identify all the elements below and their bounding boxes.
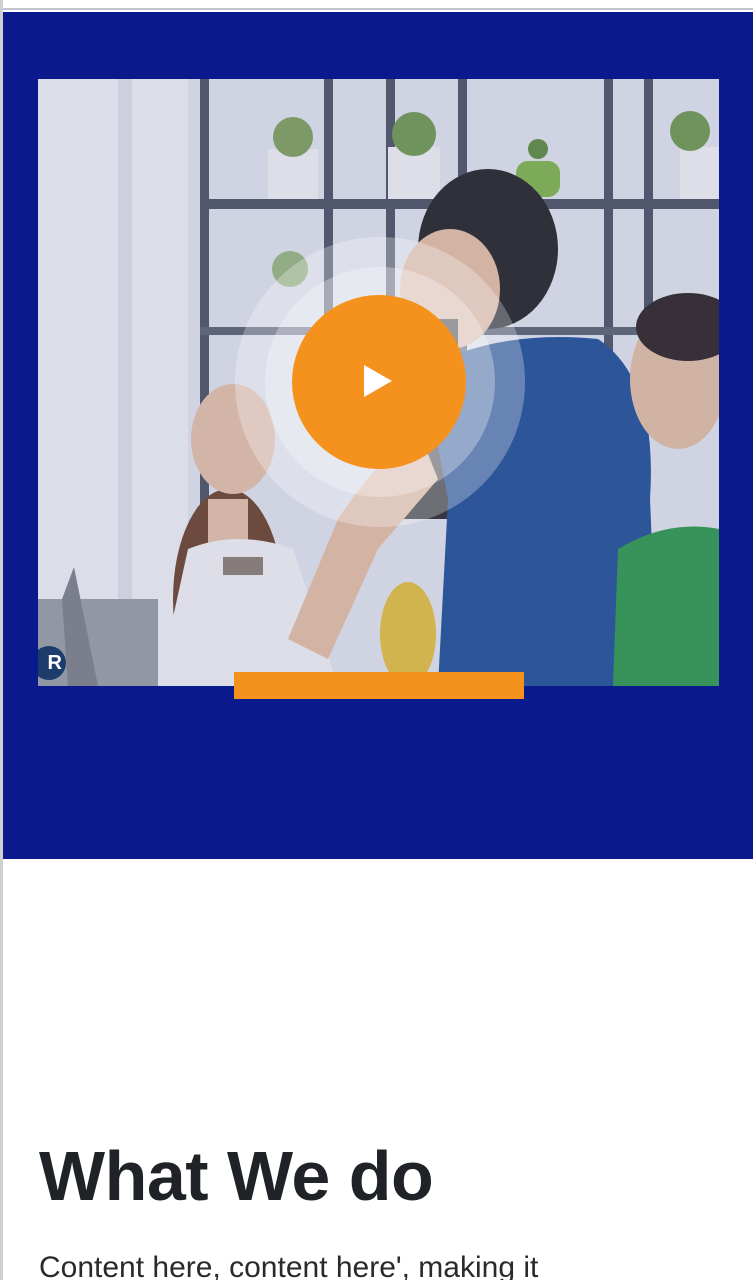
page: R What We do Content here, content here'… xyxy=(0,0,753,1280)
section-body-text: Content here, content here', making it xyxy=(39,1251,539,1280)
hero-section: R xyxy=(3,12,753,859)
play-icon xyxy=(364,365,392,397)
video-thumbnail[interactable]: R xyxy=(38,79,719,686)
play-button[interactable] xyxy=(292,295,466,469)
section-title: What We do xyxy=(39,1137,434,1215)
accent-bar xyxy=(234,672,524,699)
top-divider xyxy=(3,0,753,10)
